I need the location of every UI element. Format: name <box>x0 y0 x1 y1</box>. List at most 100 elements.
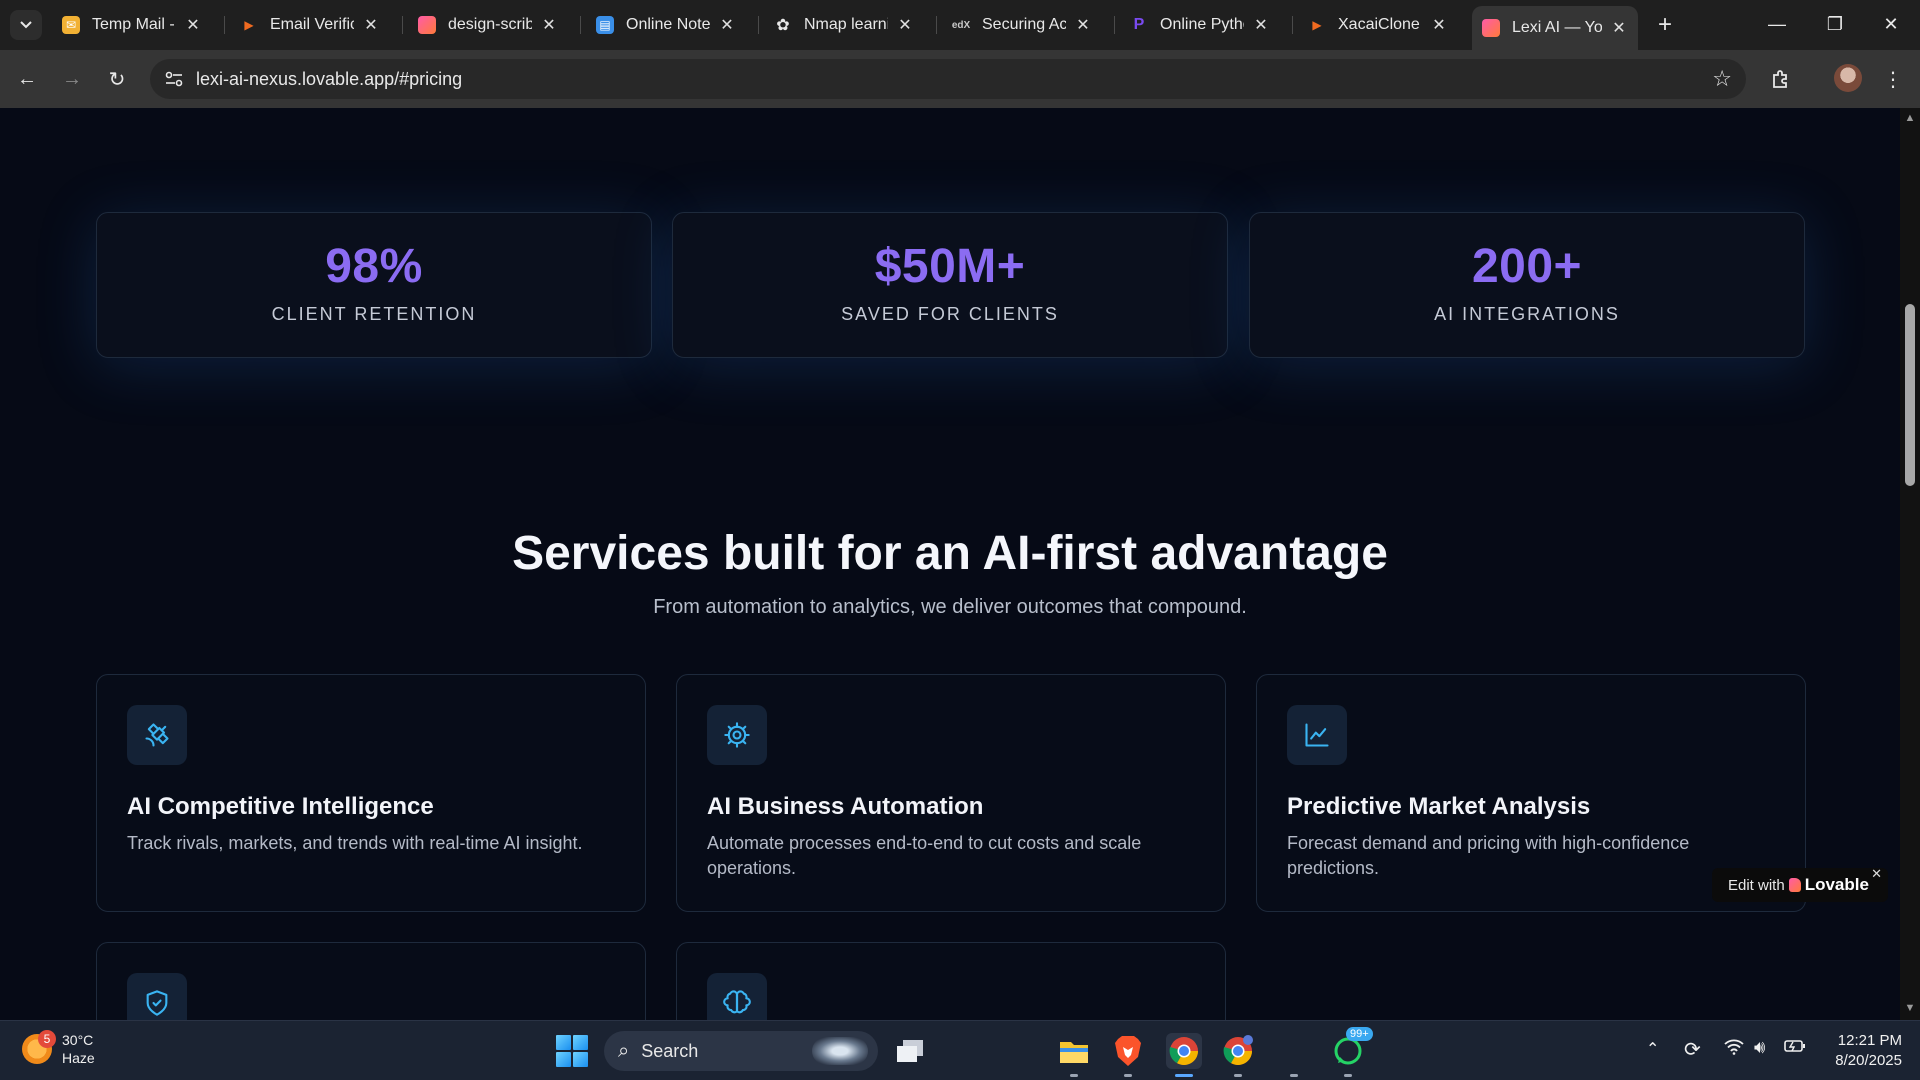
lovable-heart-icon <box>1482 19 1500 37</box>
back-button[interactable]: ← <box>10 62 44 96</box>
show-hidden-icons-button[interactable]: ⌃ <box>1646 1039 1659 1059</box>
sync-icon[interactable]: ⟳ <box>1684 1037 1701 1062</box>
scroll-down-icon[interactable]: ▼ <box>1904 1002 1916 1014</box>
browser-menu-button[interactable]: ⋮ <box>1878 64 1908 94</box>
reload-button[interactable]: ↻ <box>100 62 134 96</box>
orange-logo-icon: ▶ <box>1312 18 1322 32</box>
close-tab-icon[interactable]: ✕ <box>1610 19 1628 37</box>
arrow-left-icon: ← <box>17 67 37 90</box>
bookmark-star-icon[interactable]: ☆ <box>1712 66 1732 92</box>
lovable-heart-icon <box>1788 878 1801 892</box>
restore-button[interactable]: ❐ <box>1806 0 1864 48</box>
tab-separator <box>936 16 937 34</box>
close-icon[interactable]: ✕ <box>1871 866 1882 882</box>
wifi-icon[interactable] <box>1724 1039 1744 1058</box>
chatgpt-icon: ✿ <box>776 17 790 34</box>
tab-xacai-clone[interactable]: ▶ XacaiClone - ✕ <box>1298 8 1458 42</box>
page-scrollbar[interactable]: ▲ ▼ <box>1900 108 1920 1020</box>
close-tab-icon[interactable]: ✕ <box>540 16 558 34</box>
tab-online-notepad[interactable]: ▤ Online Notep ✕ <box>586 8 746 42</box>
minimize-button[interactable]: — <box>1748 0 1806 48</box>
scroll-up-icon[interactable]: ▲ <box>1904 112 1916 124</box>
chrome-icon <box>1223 1035 1253 1065</box>
service-card-competitive-intelligence[interactable]: AI Competitive Intelligence Track rivals… <box>96 674 646 912</box>
stat-label: SAVED FOR CLIENTS <box>841 304 1059 324</box>
weather-widget[interactable]: 5 30°C Haze <box>22 1030 95 1067</box>
close-icon: ✕ <box>1883 13 1899 34</box>
tab-design-scribe[interactable]: design-scribe ✕ <box>408 8 568 42</box>
python-p-icon: P <box>1133 16 1145 33</box>
search-icon: ⌕ <box>618 1039 630 1062</box>
scrollbar-thumb[interactable] <box>1905 304 1915 486</box>
tab-lexi-ai[interactable]: Lexi AI — You ✕ <box>1472 6 1638 50</box>
close-tab-icon[interactable]: ✕ <box>184 16 202 34</box>
tab-separator <box>1292 16 1293 34</box>
services-title: Services built for an AI-first advantage <box>512 527 1388 580</box>
stat-value: 98% <box>325 240 423 293</box>
taskbar-whatsapp[interactable]: 99+ <box>1330 1027 1373 1077</box>
volume-icon[interactable]: 🔊︎ <box>1754 1037 1765 1058</box>
puzzle-icon <box>1773 70 1787 88</box>
address-bar[interactable]: lexi-ai-nexus.lovable.app/#pricing ☆ <box>150 59 1746 99</box>
start-button[interactable] <box>556 1035 588 1067</box>
orange-logo-icon: ▶ <box>244 18 254 32</box>
service-description: Automate processes end-to-end to cut cos… <box>707 833 1142 878</box>
stat-card-saved: $50M+ SAVED FOR CLIENTS <box>672 212 1228 358</box>
tab-separator <box>580 16 581 34</box>
tab-email-verification[interactable]: ▶ Email Verifica ✕ <box>230 8 390 42</box>
tab-separator <box>758 16 759 34</box>
close-tab-icon[interactable]: ✕ <box>896 16 914 34</box>
close-tab-icon[interactable]: ✕ <box>1074 16 1092 34</box>
system-clock[interactable]: 12:21 PM 8/20/2025 <box>1820 1031 1902 1071</box>
battery-icon[interactable] <box>1784 1039 1806 1056</box>
satellite-icon <box>127 705 187 765</box>
taskbar-chrome-profile[interactable] <box>1220 1033 1256 1077</box>
clock-time: 12:21 PM <box>1837 1032 1902 1049</box>
tab-securing-accounts[interactable]: edX Securing Acc ✕ <box>942 8 1102 42</box>
close-window-button[interactable]: ✕ <box>1862 0 1920 48</box>
close-tab-icon[interactable]: ✕ <box>1252 16 1270 34</box>
service-description: Forecast demand and pricing with high-co… <box>1287 833 1690 878</box>
services-subtitle: From automation to analytics, we deliver… <box>653 596 1247 618</box>
service-title: AI Competitive Intelligence <box>127 793 434 820</box>
stat-label: AI INTEGRATIONS <box>1434 304 1620 324</box>
service-title: Predictive Market Analysis <box>1287 793 1591 820</box>
shield-check-icon <box>127 973 187 1020</box>
tab-temp-mail[interactable]: ✉ Temp Mail - T ✕ <box>52 8 212 42</box>
taskbar-brave[interactable] <box>1110 1033 1146 1077</box>
tab-search-button[interactable] <box>10 10 42 40</box>
close-tab-icon[interactable]: ✕ <box>362 16 380 34</box>
service-card-business-automation[interactable]: AI Business Automation Automate processe… <box>676 674 1226 912</box>
service-card-ai-brain[interactable] <box>676 942 1226 1020</box>
task-view-button[interactable] <box>892 1033 928 1069</box>
tab-online-python[interactable]: P Online Pythor ✕ <box>1120 8 1280 42</box>
service-card-security[interactable] <box>96 942 646 1020</box>
url-text[interactable]: lexi-ai-nexus.lovable.app/#pricing <box>196 69 462 90</box>
forward-button[interactable]: → <box>55 62 89 96</box>
stat-card-integrations: 200+ AI INTEGRATIONS <box>1249 212 1805 358</box>
taskbar-search[interactable]: ⌕ Search <box>604 1031 878 1071</box>
new-tab-button[interactable]: + <box>1652 11 1678 38</box>
more-vertical-icon: ⋮ <box>1883 68 1903 91</box>
notification-badge: 5 <box>38 1030 56 1048</box>
taskbar-empty-slot[interactable] <box>1276 1033 1312 1077</box>
lovable-heart-icon <box>418 16 436 34</box>
taskbar-file-explorer[interactable] <box>1056 1033 1092 1077</box>
folder-icon <box>1060 1042 1088 1063</box>
weather-description: Haze <box>62 1050 95 1066</box>
search-highlight-image <box>812 1037 868 1065</box>
profile-avatar[interactable] <box>1834 64 1862 92</box>
brain-icon <box>707 973 767 1020</box>
extensions-button[interactable] <box>1766 64 1796 94</box>
page-content: 98% CLIENT RETENTION $50M+ SAVED FOR CLI… <box>0 108 1900 1020</box>
tab-nmap-learning[interactable]: ✿ Nmap learnin ✕ <box>764 8 924 42</box>
close-tab-icon[interactable]: ✕ <box>718 16 736 34</box>
minimize-icon: — <box>1768 13 1786 34</box>
stat-label: CLIENT RETENTION <box>271 304 477 324</box>
taskbar-chrome-active[interactable] <box>1166 1033 1202 1077</box>
close-tab-icon[interactable]: ✕ <box>1430 16 1448 34</box>
site-info-icon[interactable] <box>160 65 188 93</box>
brave-lion-icon <box>1115 1036 1141 1066</box>
edit-with-lovable-badge[interactable]: Edit with Lovable ✕ <box>1712 866 1888 902</box>
clock-date: 8/20/2025 <box>1835 1052 1902 1069</box>
